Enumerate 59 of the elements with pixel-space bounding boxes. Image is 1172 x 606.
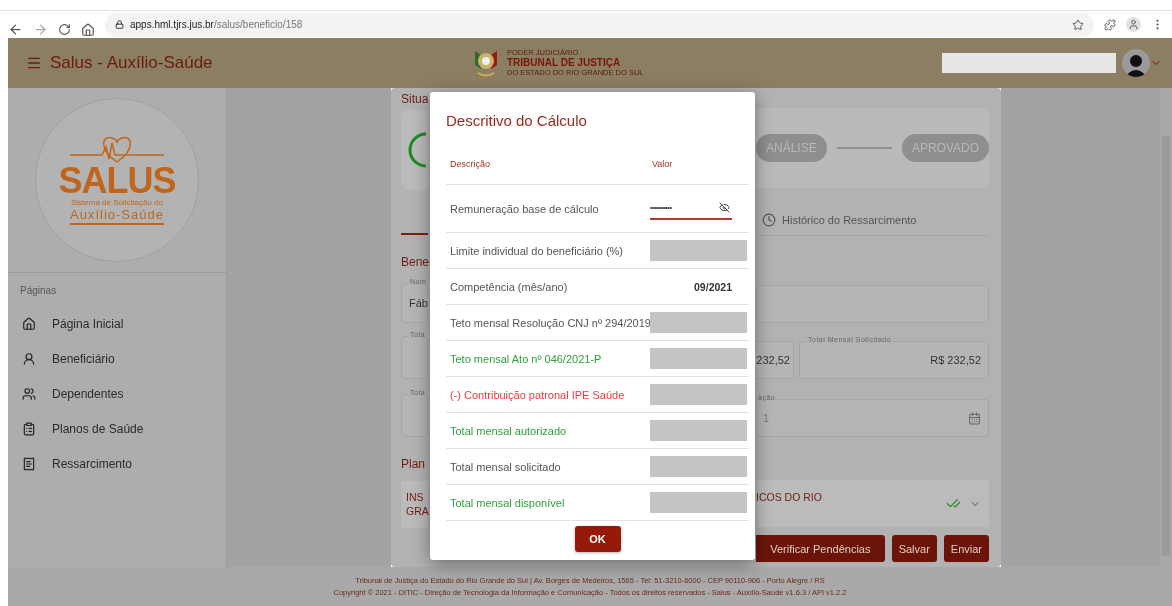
nav-icon [22, 351, 36, 366]
status-ring-icon [408, 132, 428, 168]
avatar-icon[interactable] [1122, 49, 1150, 77]
field-value: 1 [763, 412, 770, 424]
section-heading: Bene [401, 255, 430, 269]
star-icon[interactable] [1072, 18, 1084, 31]
nav-icon [22, 456, 36, 471]
plan-card: INS GRA [401, 481, 428, 528]
field-value: R$ 232,52 [930, 354, 981, 366]
section-heading: Plan [401, 457, 426, 471]
nav-item[interactable]: Dependentes [8, 376, 226, 411]
calendar-icon[interactable] [968, 411, 981, 425]
nav-icon [22, 386, 36, 401]
row-label: Competência (mês/ano) [450, 280, 568, 293]
eye-off-icon[interactable] [719, 202, 730, 213]
nav-item[interactable]: Página Inicial [8, 306, 226, 341]
home-icon[interactable] [81, 22, 95, 37]
row-label: Teto mensal Resolução CNJ nº 294/2019 [450, 316, 651, 329]
row-label: (-) Contribuição patronal IPE Saúde [450, 388, 625, 401]
url-path: /salus/beneficio/158 [213, 19, 303, 30]
ok-button[interactable]: OK [574, 526, 621, 552]
field-value: 232,52 [756, 354, 790, 366]
action-button[interactable]: Enviar [943, 535, 989, 562]
value-text: 09/2021 [693, 280, 732, 293]
back-icon[interactable] [8, 22, 23, 37]
emblem-title: TRIBUNAL DE JUSTIÇA [507, 57, 622, 69]
arrow-icon [836, 144, 892, 152]
row-label: Teto mensal Ato nº 046/2021-P [450, 352, 602, 365]
nav-item[interactable]: Planos de Saúde [8, 411, 226, 446]
url-host: apps.hml.tjrs.jus.br [130, 19, 214, 30]
row-label: Limite individual do beneficiário (%) [450, 244, 624, 257]
profile-icon[interactable] [1126, 17, 1141, 32]
row-label: Total mensal disponível [450, 496, 565, 509]
action-button[interactable]: Salvar [891, 535, 937, 562]
column-header: Valor [652, 159, 673, 169]
puzzle-icon[interactable] [1104, 18, 1116, 31]
nav-item[interactable]: Beneficiário [8, 341, 226, 376]
row-label: Total mensal solicitado [450, 460, 561, 473]
section-heading: Situa [401, 92, 429, 106]
reload-icon[interactable] [58, 23, 71, 36]
app-title: Salus - Auxílio-Saúde [50, 53, 213, 73]
nav-icon [22, 421, 36, 436]
dialog-title: Descritivo do Cálculo [446, 112, 588, 131]
plan-card: ICOS DO RIO [756, 480, 989, 527]
menu-icon[interactable] [26, 55, 42, 71]
lock-icon [115, 20, 124, 29]
address-bar[interactable]: apps.hml.tjrs.jus.br/salus/beneficio/158 [105, 12, 1094, 37]
forward-icon[interactable] [33, 22, 48, 37]
column-header: Descrição [450, 159, 491, 169]
nav-item[interactable]: Ressarcimento [8, 446, 226, 481]
action-button[interactable]: Verificar Pendências [756, 535, 885, 562]
row-label: Remuneração base de cálculo [450, 202, 599, 215]
clock-icon [762, 213, 776, 227]
nav-icon [22, 316, 36, 331]
history-tab[interactable]: Histórico do Ressarcimento [782, 214, 917, 226]
row-label: Total mensal autorizado [450, 424, 567, 437]
section-label: Páginas [20, 285, 58, 296]
field-value: Fáb [409, 297, 428, 309]
salus-logo: SALUS Sistema de Solicitação do Auxílio-Saúde [35, 98, 199, 262]
